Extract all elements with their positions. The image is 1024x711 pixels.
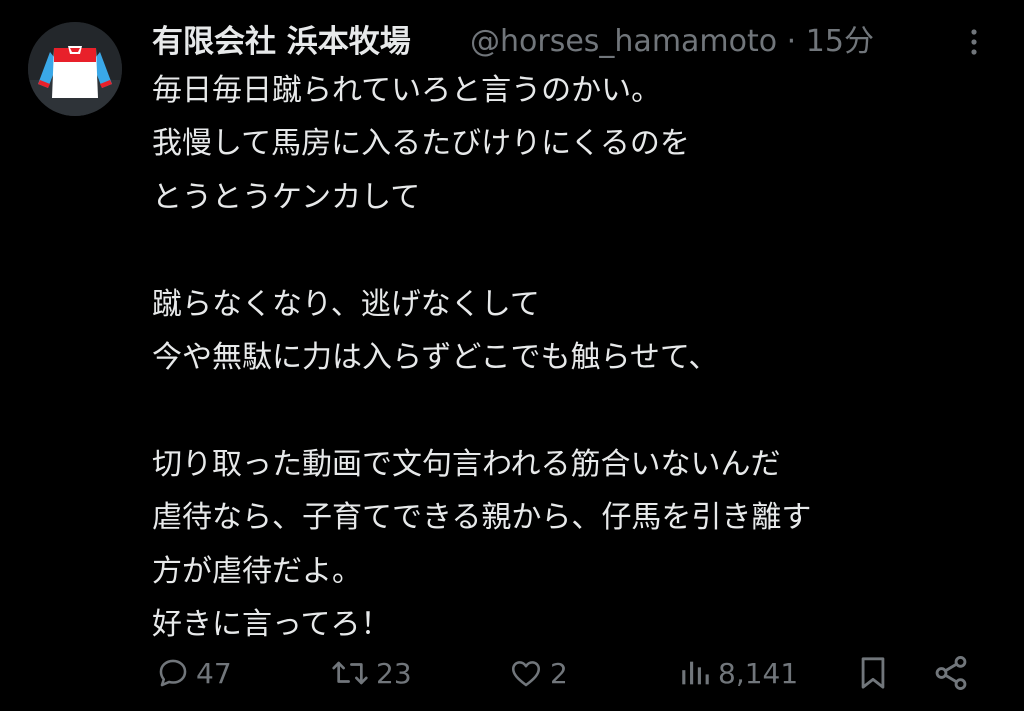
repost-icon	[332, 661, 368, 685]
tweet-line: 今や無駄に力は入らずどこでも触らせて、	[152, 339, 719, 375]
bookmark-button[interactable]	[856, 648, 890, 698]
tweet-line: 我慢して馬房に入るたびけりにくるのを	[152, 126, 690, 162]
tweet-line: 好きに言ってろ！	[152, 606, 391, 642]
views-button[interactable]: 8,141	[678, 648, 798, 698]
share-icon	[935, 656, 967, 690]
more-vertical-icon	[971, 29, 977, 55]
avatar[interactable]	[28, 22, 122, 116]
views-count: 8,141	[718, 656, 799, 690]
tweet-line	[152, 384, 1002, 437]
reply-button[interactable]: 47	[156, 648, 232, 698]
tweet-line	[152, 224, 1002, 277]
more-button[interactable]	[964, 26, 984, 60]
share-button[interactable]	[932, 648, 970, 698]
tweet-line: とうとうケンカして	[152, 179, 421, 215]
jockey-silks-icon	[28, 22, 122, 116]
action-bar: 47 23 2 8,141	[0, 648, 1024, 698]
repost-button[interactable]: 23	[330, 648, 412, 698]
views-icon	[682, 661, 709, 685]
display-name[interactable]: 有限会社 浜本牧場	[152, 20, 411, 64]
tweet-line: 方が虐待だよ。	[152, 553, 362, 589]
tweet-line: 虐待なら、子育てできる親から、仔馬を引き離す	[152, 500, 812, 536]
like-button[interactable]: 2	[508, 648, 568, 698]
handle-and-time: @horses_hamamoto · 15分	[470, 20, 874, 64]
tweet-text: 毎日毎日蹴られていろと言うのかい。 我慢して馬房に入るたびけりにくるのを とうと…	[152, 64, 1002, 651]
heart-icon	[511, 661, 541, 687]
repost-count: 23	[376, 656, 412, 690]
separator: ·	[786, 24, 797, 59]
tweet-line: 切り取った動画で文句言われる筋合いないんだ	[152, 446, 781, 482]
handle[interactable]: @horses_hamamoto	[470, 24, 777, 59]
reply-count: 47	[196, 656, 232, 690]
tweet-line: 蹴らなくなり、逃げなくして	[152, 286, 540, 322]
tweet-line: 毎日毎日蹴られていろと言うのかい。	[152, 73, 662, 108]
tweet-header: 有限会社 浜本牧場 @horses_hamamoto · 15分	[152, 20, 1004, 64]
bookmark-icon	[861, 657, 885, 689]
reply-icon	[159, 659, 187, 687]
like-count: 2	[550, 656, 568, 690]
timestamp[interactable]: 15分	[806, 24, 874, 59]
